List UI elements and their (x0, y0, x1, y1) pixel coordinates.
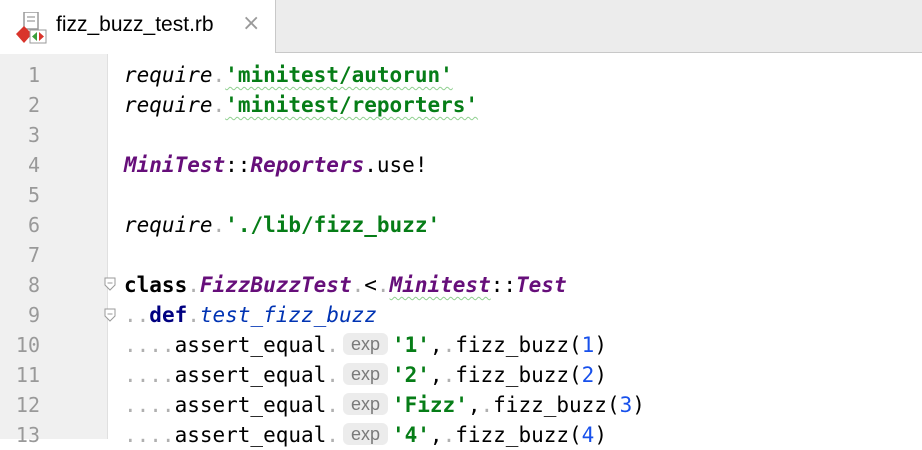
line-number: 11 (15, 363, 40, 387)
string-literal: 'minitest/reporters' (225, 93, 479, 117)
line-number: 2 (27, 93, 40, 117)
scope-operator: :: (490, 273, 517, 297)
method-call: assert_equal (174, 393, 327, 417)
string-literal: 'Fizz' (391, 393, 468, 417)
line-number: 5 (27, 183, 40, 207)
code-line-10: ....assert_equal. exp '1',.fizz_buzz(1) (124, 333, 607, 357)
code-line-11: ....assert_equal. exp '2',.fizz_buzz(2) (124, 363, 607, 387)
line-number: 8 (27, 273, 40, 297)
code-line-1: require.'minitest/autorun' (124, 63, 453, 87)
parameter-hint: exp (342, 333, 388, 355)
fold-icon[interactable] (104, 308, 116, 322)
comma: , (429, 423, 443, 447)
paren: ) (594, 363, 607, 387)
paren: ) (632, 393, 645, 417)
line-number: 9 (27, 303, 40, 327)
paren: ) (594, 423, 607, 447)
number-literal: 3 (619, 393, 633, 417)
string-literal: 'minitest/autorun' (225, 63, 453, 87)
keyword: require (124, 213, 213, 237)
scope-operator: :: (225, 153, 251, 177)
method-call: assert_equal (174, 423, 327, 447)
method-name: test_fizz_buzz (199, 303, 377, 327)
method-call: fizz_buzz( (493, 393, 620, 417)
line-number: 1 (27, 63, 40, 87)
method-call: .use! (364, 153, 428, 177)
method-call: fizz_buzz( (455, 363, 582, 387)
code-line-12: ....assert_equal. exp 'Fizz',.fizz_buzz(3) (124, 393, 645, 417)
line-number: 12 (15, 393, 40, 417)
line-number: 10 (15, 333, 40, 357)
parameter-hint: exp (342, 393, 388, 415)
method-call: assert_equal (174, 363, 327, 387)
class-name: FizzBuzzTest (199, 273, 352, 297)
code-line-6: require.'./lib/fizz_buzz' (124, 213, 441, 237)
line-number: 6 (27, 213, 40, 237)
line-number: 4 (27, 153, 40, 177)
tab-filename: fizz_buzz_test.rb (56, 13, 214, 36)
number-literal: 4 (581, 423, 595, 447)
paren: ) (594, 333, 607, 357)
string-literal: '1' (391, 333, 430, 357)
method-call: assert_equal (174, 333, 327, 357)
line-number: 3 (27, 123, 40, 147)
number-literal: 2 (581, 363, 595, 387)
keyword: def (149, 303, 188, 327)
parameter-hint: exp (342, 363, 388, 385)
line-number: 7 (27, 243, 40, 267)
comma: , (429, 363, 443, 387)
keyword: require (124, 93, 213, 117)
close-icon[interactable]: × (242, 13, 260, 35)
code-editor[interactable]: require.'minitest/autorun' require.'mini… (124, 54, 922, 447)
code-line-4: MiniTest::Reporters.use! (124, 150, 427, 180)
fold-icon[interactable] (104, 277, 116, 291)
method-call: fizz_buzz( (455, 423, 582, 447)
keyword: class (124, 273, 188, 297)
string-literal: '4' (391, 423, 430, 447)
comma: , (467, 393, 481, 417)
code-line-13: ....assert_equal. exp '4',.fizz_buzz(4) (124, 423, 607, 447)
constant: Minitest (389, 273, 491, 297)
method-call: fizz_buzz( (455, 333, 582, 357)
line-number: 13 (15, 423, 40, 447)
ruby-test-file-icon (16, 12, 47, 44)
string-literal: './lib/fizz_buzz' (225, 213, 441, 237)
constant: Test (516, 273, 567, 297)
string-literal: '2' (391, 363, 430, 387)
code-line-8: class.FizzBuzzTest.<.Minitest::Test (124, 273, 567, 297)
constant: Reporters (250, 153, 365, 177)
comma: , (429, 333, 443, 357)
line-number-gutter: 1 2 3 4 5 6 7 8 9 10 11 12 13 (0, 54, 108, 447)
editor-tab-bar: fizz_buzz_test.rb × (0, 0, 922, 53)
code-line-2: require.'minitest/reporters' (124, 93, 479, 117)
parameter-hint: exp (342, 423, 388, 445)
constant: MiniTest (124, 153, 226, 177)
keyword: require (124, 63, 213, 87)
code-line-9: ..def.test_fizz_buzz (124, 303, 377, 327)
tab-fizz-buzz-test[interactable]: fizz_buzz_test.rb × (0, 0, 276, 53)
number-literal: 1 (581, 333, 595, 357)
operator: < (364, 273, 377, 297)
